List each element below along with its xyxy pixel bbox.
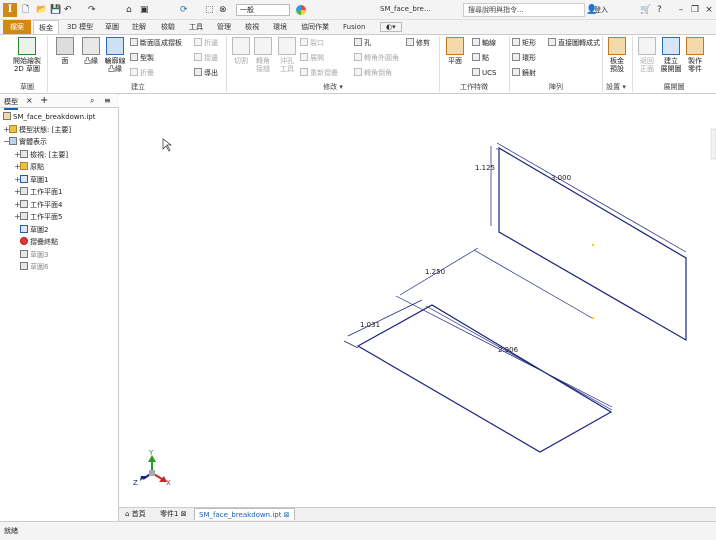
lower-face <box>356 304 613 453</box>
coordinate-triad-icon <box>140 455 167 482</box>
dimension-1250[interactable]: 1.250 <box>425 268 445 276</box>
status-bar <box>0 521 716 540</box>
sketch-geometry <box>140 128 716 482</box>
doc-tab-part1[interactable]: 零件1 ⊠ <box>156 508 191 520</box>
doc-tab-sm-face[interactable]: SM_face_breakdown.ipt ⊠ <box>194 508 295 520</box>
status-text: 就緒 <box>4 527 18 535</box>
triad-z-label: Z <box>133 479 138 487</box>
doc-tab-home[interactable]: ⌂ 首頁 <box>121 508 150 520</box>
close-icon[interactable]: ⊠ <box>178 510 187 518</box>
dimension-1031[interactable]: 1.031 <box>360 321 380 329</box>
triad-y-label: Y <box>149 449 154 457</box>
dimension-3000[interactable]: 3.000 <box>551 174 571 182</box>
dimension-1125[interactable]: 1.125 <box>475 164 495 172</box>
close-icon[interactable]: ⊠ <box>281 511 290 519</box>
viewcube-edge[interactable] <box>710 128 716 160</box>
home-icon: ⌂ <box>125 510 132 518</box>
dimension-2906[interactable]: 2.906 <box>498 346 518 354</box>
mouse-cursor-icon <box>162 138 173 152</box>
triad-x-label: X <box>166 479 171 487</box>
